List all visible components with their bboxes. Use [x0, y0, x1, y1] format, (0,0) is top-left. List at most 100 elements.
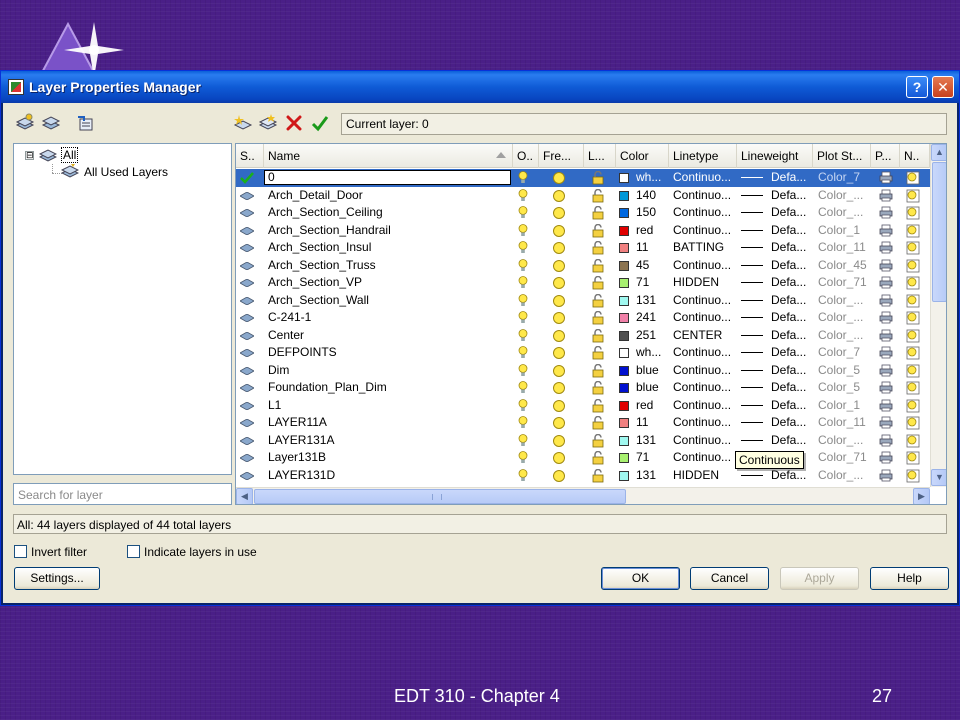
color-swatch[interactable] — [619, 435, 629, 446]
lock-unlocked-icon[interactable] — [591, 398, 605, 413]
help-button[interactable]: Help — [870, 567, 949, 590]
current-layer-check-icon[interactable] — [240, 172, 254, 184]
layer-status-icon[interactable] — [240, 261, 254, 270]
printer-icon[interactable] — [879, 259, 893, 272]
vertical-scroll-thumb[interactable] — [932, 162, 946, 302]
lock-unlocked-icon[interactable] — [591, 311, 605, 325]
printer-icon[interactable] — [879, 171, 893, 184]
search-layer-input[interactable]: Search for layer — [13, 483, 232, 505]
color-swatch[interactable] — [619, 453, 629, 463]
new-vp-freeze-icon[interactable] — [906, 434, 920, 448]
title-bar[interactable]: Layer Properties Manager ? ✕ — [1, 71, 959, 103]
lock-unlocked-icon[interactable] — [591, 416, 605, 430]
layer-status-icon[interactable] — [240, 191, 254, 200]
color-swatch[interactable] — [619, 190, 629, 201]
printer-icon[interactable] — [879, 241, 893, 254]
scroll-left-icon[interactable]: ◀ — [236, 488, 253, 504]
freeze-thaw-sun-icon[interactable] — [552, 469, 566, 483]
printer-icon[interactable] — [879, 469, 893, 482]
lightbulb-on-icon[interactable] — [518, 328, 528, 342]
new-vp-freeze-icon[interactable] — [906, 416, 920, 430]
lock-unlocked-icon[interactable] — [591, 276, 605, 290]
freeze-thaw-sun-icon[interactable] — [552, 311, 566, 325]
table-row[interactable]: 0 wh... Continuo... Defa... Color_7 — [236, 169, 930, 187]
new-vp-freeze-icon[interactable] — [906, 399, 920, 413]
scroll-right-icon[interactable]: ▶ — [913, 488, 930, 504]
layer-status-icon[interactable] — [240, 419, 254, 427]
lock-unlocked-icon[interactable] — [591, 363, 605, 378]
color-swatch[interactable] — [619, 208, 629, 218]
freeze-thaw-sun-icon[interactable] — [552, 241, 566, 255]
lightbulb-on-icon[interactable] — [518, 398, 528, 412]
scroll-down-icon[interactable]: ▼ — [931, 469, 946, 486]
new-vp-freeze-icon[interactable] — [906, 206, 920, 220]
lock-unlocked-icon[interactable] — [591, 241, 605, 255]
invert-filter-box[interactable] — [14, 545, 27, 558]
table-row[interactable]: Dim blue Continuo... Defa... Color_5 — [236, 362, 930, 380]
lock-unlocked-icon[interactable] — [591, 223, 605, 238]
cancel-button[interactable]: Cancel — [690, 567, 769, 590]
collapse-expander-icon[interactable]: ⊟ — [25, 151, 34, 160]
table-row[interactable]: Arch_Section_Ceiling 150 Continuo... Defa..… — [236, 204, 930, 222]
table-row[interactable]: Arch_Detail_Door 140 Continuo... Defa... Col… — [236, 187, 930, 205]
layer-status-icon[interactable] — [240, 471, 254, 480]
lightbulb-on-icon[interactable] — [518, 188, 528, 202]
new-layer-vp-frozen-icon[interactable] — [258, 113, 278, 133]
printer-icon[interactable] — [879, 311, 893, 324]
table-row[interactable]: Foundation_Plan_Dim blue Continuo... Defa..… — [236, 379, 930, 397]
ok-button[interactable]: OK — [601, 567, 680, 590]
column-freeze[interactable]: Fre... — [539, 144, 584, 168]
layer-status-icon[interactable] — [240, 244, 254, 252]
layer-status-icon[interactable] — [240, 296, 254, 305]
freeze-thaw-sun-icon[interactable] — [552, 364, 566, 378]
new-vp-freeze-icon[interactable] — [906, 171, 920, 185]
printer-icon[interactable] — [879, 346, 893, 359]
scroll-up-icon[interactable]: ▲ — [931, 144, 946, 161]
lightbulb-on-icon[interactable] — [518, 363, 528, 377]
layer-status-icon[interactable] — [240, 366, 254, 375]
color-swatch[interactable] — [619, 313, 629, 323]
lock-unlocked-icon[interactable] — [591, 381, 605, 395]
table-row[interactable]: DEFPOINTS wh... Continuo... Defa... Color_7 — [236, 344, 930, 362]
table-row[interactable]: L1 red Continuo... Defa... Color_1 — [236, 397, 930, 415]
lightbulb-on-icon[interactable] — [518, 433, 528, 447]
freeze-thaw-sun-icon[interactable] — [552, 346, 566, 360]
new-property-filter-icon[interactable] — [15, 113, 35, 133]
apply-button[interactable]: Apply — [780, 567, 859, 590]
printer-icon[interactable] — [879, 224, 893, 237]
freeze-thaw-sun-icon[interactable] — [552, 189, 566, 203]
table-row[interactable]: LAYER131D 131 HIDDEN Defa... Color_... — [236, 467, 930, 485]
horizontal-scrollbar[interactable]: ◀ ▶ — [236, 487, 930, 504]
color-swatch[interactable] — [619, 330, 629, 341]
color-swatch[interactable] — [619, 295, 629, 306]
freeze-thaw-sun-icon[interactable] — [552, 206, 566, 220]
color-swatch[interactable] — [619, 348, 629, 358]
column-lineweight[interactable]: Lineweight — [737, 144, 813, 168]
lightbulb-on-icon[interactable] — [518, 468, 528, 482]
printer-icon[interactable] — [879, 294, 893, 307]
new-vp-freeze-icon[interactable] — [906, 294, 920, 308]
printer-icon[interactable] — [879, 189, 893, 202]
printer-icon[interactable] — [879, 381, 893, 394]
new-vp-freeze-icon[interactable] — [906, 311, 920, 325]
new-layer-icon[interactable] — [233, 113, 253, 133]
delete-layer-icon[interactable] — [284, 113, 304, 133]
new-group-filter-icon[interactable] — [41, 113, 61, 133]
table-row[interactable]: LAYER131A 131 Continuo... Defa... Color_... — [236, 432, 930, 450]
lock-unlocked-icon[interactable] — [591, 188, 605, 203]
layer-status-icon[interactable] — [240, 279, 254, 287]
settings-button[interactable]: Settings... — [14, 567, 100, 590]
freeze-thaw-sun-icon[interactable] — [552, 434, 566, 448]
lightbulb-on-icon[interactable] — [518, 276, 528, 289]
printer-icon[interactable] — [879, 416, 893, 429]
lightbulb-on-icon[interactable] — [518, 293, 528, 307]
freeze-thaw-sun-icon[interactable] — [552, 399, 566, 413]
column-name[interactable]: Name — [264, 144, 513, 168]
indicate-layers-box[interactable] — [127, 545, 140, 558]
set-current-icon[interactable] — [310, 113, 330, 133]
column-plot[interactable]: P... — [871, 144, 900, 168]
color-swatch[interactable] — [619, 365, 629, 376]
column-new-vp-freeze[interactable]: N.. — [900, 144, 930, 168]
new-vp-freeze-icon[interactable] — [906, 364, 920, 378]
color-swatch[interactable] — [619, 418, 629, 428]
